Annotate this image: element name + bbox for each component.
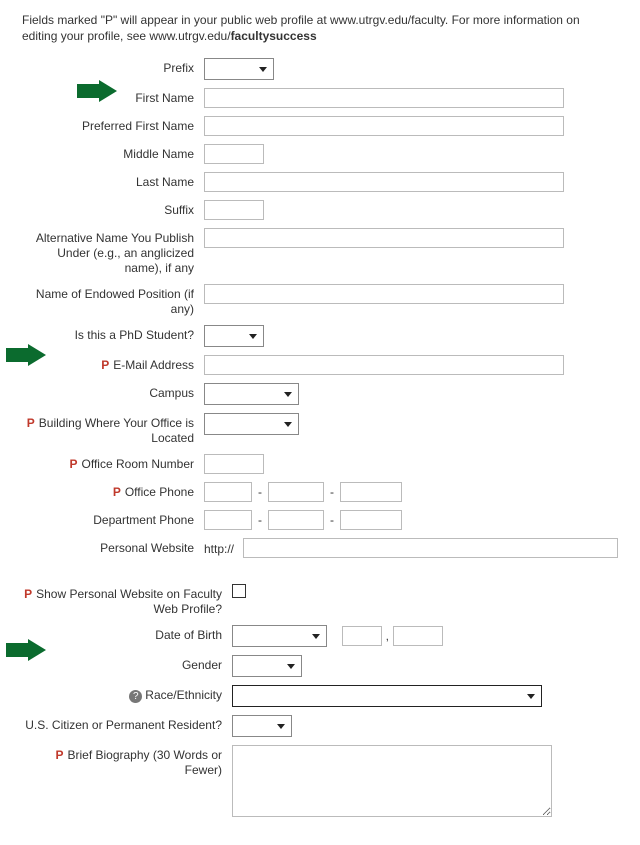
prefix-select[interactable] bbox=[204, 58, 274, 80]
label-suffix: Suffix bbox=[22, 200, 204, 218]
dept-phone-3[interactable] bbox=[340, 510, 402, 530]
citizen-select[interactable] bbox=[232, 715, 292, 737]
intro-text: Fields marked "P" will appear in your pu… bbox=[22, 12, 618, 44]
label-office-phone: POffice Phone bbox=[22, 482, 204, 500]
help-icon[interactable]: ? bbox=[129, 690, 142, 703]
office-phone-3[interactable] bbox=[340, 482, 402, 502]
label-dob: Date of Birth bbox=[22, 625, 232, 643]
endowed-input[interactable] bbox=[204, 284, 564, 304]
first-name-input[interactable] bbox=[204, 88, 564, 108]
dob-sep: , bbox=[386, 629, 389, 643]
label-citizen: U.S. Citizen or Permanent Resident? bbox=[22, 715, 232, 733]
dob-year-input[interactable] bbox=[393, 626, 443, 646]
label-gender: Gender bbox=[22, 655, 232, 673]
website-prefix: http:// bbox=[204, 540, 239, 556]
dob-day-input[interactable] bbox=[342, 626, 382, 646]
label-prefix: Prefix bbox=[22, 58, 204, 76]
dept-phone-2[interactable] bbox=[268, 510, 324, 530]
label-preferred-first-name: Preferred First Name bbox=[22, 116, 204, 134]
label-campus: Campus bbox=[22, 383, 204, 401]
bio-textarea[interactable] bbox=[232, 745, 552, 817]
label-endowed: Name of Endowed Position (if any) bbox=[22, 284, 204, 317]
label-room: POffice Room Number bbox=[22, 454, 204, 472]
label-phd: Is this a PhD Student? bbox=[22, 325, 204, 343]
last-name-input[interactable] bbox=[204, 172, 564, 192]
label-first-name: First Name bbox=[22, 88, 204, 106]
label-race: ?Race/Ethnicity bbox=[22, 685, 232, 703]
website-input[interactable] bbox=[243, 538, 618, 558]
label-website: Personal Website bbox=[22, 538, 204, 556]
phd-select[interactable] bbox=[204, 325, 264, 347]
label-last-name: Last Name bbox=[22, 172, 204, 190]
show-website-checkbox[interactable] bbox=[232, 584, 246, 598]
race-select[interactable] bbox=[232, 685, 542, 707]
dob-month-select[interactable] bbox=[232, 625, 327, 647]
label-email: PE-Mail Address bbox=[22, 355, 204, 373]
label-show-website: PShow Personal Website on Faculty Web Pr… bbox=[22, 584, 232, 617]
alt-name-input[interactable] bbox=[204, 228, 564, 248]
email-input[interactable] bbox=[204, 355, 564, 375]
room-input[interactable] bbox=[204, 454, 264, 474]
preferred-first-name-input[interactable] bbox=[204, 116, 564, 136]
label-building: PBuilding Where Your Office is Located bbox=[22, 413, 204, 446]
label-bio: PBrief Biography (30 Words or Fewer) bbox=[22, 745, 232, 778]
campus-select[interactable] bbox=[204, 383, 299, 405]
building-select[interactable] bbox=[204, 413, 299, 435]
profile-form: Prefix First Name Preferred First Name M… bbox=[22, 58, 618, 817]
label-alt-name: Alternative Name You Publish Under (e.g.… bbox=[22, 228, 204, 276]
label-middle-name: Middle Name bbox=[22, 144, 204, 162]
gender-select[interactable] bbox=[232, 655, 302, 677]
office-phone-2[interactable] bbox=[268, 482, 324, 502]
middle-name-input[interactable] bbox=[204, 144, 264, 164]
label-dept-phone: Department Phone bbox=[22, 510, 204, 528]
office-phone-1[interactable] bbox=[204, 482, 252, 502]
suffix-input[interactable] bbox=[204, 200, 264, 220]
dept-phone-1[interactable] bbox=[204, 510, 252, 530]
